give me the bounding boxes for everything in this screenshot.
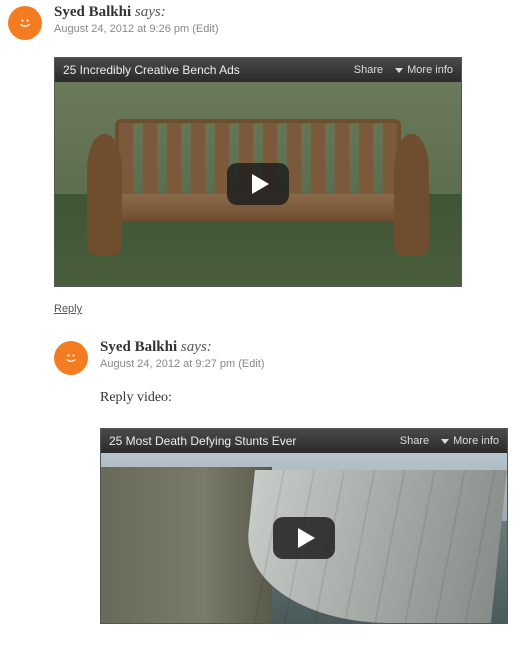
author-line: Syed Balkhi says:	[100, 339, 520, 356]
avatar	[54, 341, 88, 375]
video-share-link[interactable]: Share	[400, 435, 429, 447]
play-button[interactable]	[227, 163, 289, 205]
chevron-down-icon	[441, 439, 449, 444]
more-info-label: More info	[407, 64, 453, 76]
avatar-face-icon	[15, 13, 35, 33]
author-name[interactable]: Syed Balkhi	[100, 339, 177, 355]
video-thumbnail[interactable]	[55, 82, 461, 286]
says-label: says:	[135, 4, 166, 20]
avatar-face-icon	[61, 348, 81, 368]
comment-text: Reply video:	[100, 390, 520, 406]
video-embed: 25 Incredibly Creative Bench Ads Share M…	[54, 57, 462, 287]
video-more-info[interactable]: More info	[441, 435, 499, 447]
comment-nested: Syed Balkhi says: August 24, 2012 at 9:2…	[46, 335, 520, 624]
more-info-label: More info	[453, 435, 499, 447]
comment: Syed Balkhi says: August 24, 2012 at 9:2…	[0, 0, 520, 287]
comment-date-link[interactable]: August 24, 2012 at 9:27 pm	[100, 358, 235, 370]
video-topbar-right: Share More info	[346, 64, 453, 76]
reply-link[interactable]: Reply	[54, 303, 82, 315]
comment-meta: August 24, 2012 at 9:27 pm (Edit)	[100, 358, 520, 370]
video-topbar: 25 Incredibly Creative Bench Ads Share M…	[55, 58, 461, 82]
comment-meta: August 24, 2012 at 9:26 pm (Edit)	[54, 23, 520, 35]
video-more-info[interactable]: More info	[395, 64, 453, 76]
author-line: Syed Balkhi says:	[54, 4, 520, 21]
comment-date-link[interactable]: August 24, 2012 at 9:26 pm	[54, 23, 189, 35]
video-title[interactable]: 25 Incredibly Creative Bench Ads	[63, 63, 346, 77]
says-label: says:	[181, 339, 212, 355]
video-topbar-right: Share More info	[392, 435, 499, 447]
comment-body: Syed Balkhi says: August 24, 2012 at 9:2…	[54, 4, 520, 287]
video-embed: 25 Most Death Defying Stunts Ever Share …	[100, 428, 508, 624]
video-title[interactable]: 25 Most Death Defying Stunts Ever	[109, 434, 392, 448]
video-thumbnail[interactable]	[101, 453, 507, 623]
play-icon	[252, 174, 269, 194]
video-share-link[interactable]: Share	[354, 64, 383, 76]
chevron-down-icon	[395, 68, 403, 73]
avatar	[8, 6, 42, 40]
comment-body: Syed Balkhi says: August 24, 2012 at 9:2…	[100, 339, 520, 624]
video-topbar: 25 Most Death Defying Stunts Ever Share …	[101, 429, 507, 453]
comment-edit-link[interactable]: (Edit)	[192, 23, 218, 35]
author-name[interactable]: Syed Balkhi	[54, 4, 131, 20]
comment-edit-link[interactable]: (Edit)	[238, 358, 264, 370]
play-button[interactable]	[273, 517, 335, 559]
play-icon	[298, 528, 315, 548]
